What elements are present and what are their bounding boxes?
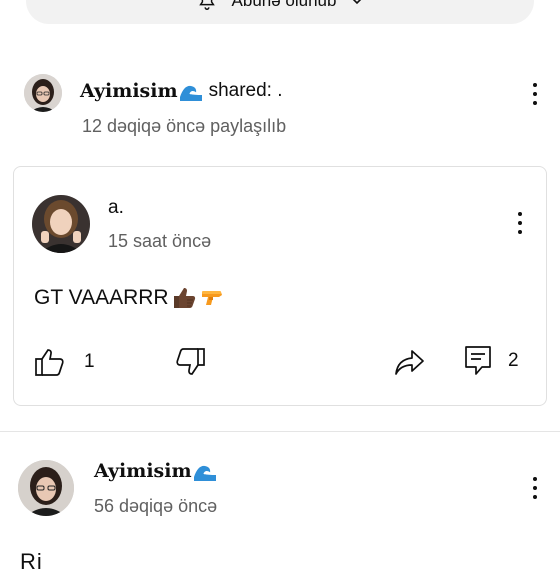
- post2-timestamp: 56 dəqiqə öncə: [94, 496, 218, 516]
- post-timestamp: 12 dəqiqə öncə paylaşılıb: [82, 116, 287, 136]
- author-name[interactable]: Ayimisim: [94, 460, 192, 482]
- avatar[interactable]: [18, 460, 74, 516]
- comments-action: 2: [464, 345, 519, 377]
- more-vert-icon: [518, 212, 522, 234]
- avatar[interactable]: [24, 74, 62, 112]
- share-icon: [395, 350, 424, 375]
- more-vert-icon: [533, 477, 537, 499]
- comment-count: 2: [508, 350, 519, 371]
- thumbs-up-emoji-icon: [173, 288, 195, 308]
- wave-icon: [179, 85, 202, 101]
- bell-icon: [198, 0, 215, 10]
- more-options-button[interactable]: [523, 474, 547, 502]
- card-text: GT VAAARRR: [34, 285, 225, 311]
- shared-post-card[interactable]: a. 15 saat öncə GT VAAARRR 1 2: [13, 166, 547, 406]
- post-header: Ayimisim shared: .: [80, 80, 283, 102]
- like-icon[interactable]: [34, 347, 66, 377]
- more-vert-icon: [533, 83, 537, 105]
- author-name[interactable]: Ayimisim: [80, 80, 178, 102]
- divider: [0, 431, 560, 432]
- avatar[interactable]: [32, 195, 90, 253]
- chevron-down-icon: [353, 0, 362, 5]
- wave-icon: [193, 465, 216, 481]
- comment-icon[interactable]: [464, 345, 492, 377]
- share-button[interactable]: [394, 347, 426, 377]
- like-action: 1: [34, 347, 95, 377]
- dislike-icon: [176, 348, 205, 375]
- post2-text: Ri: [20, 549, 43, 574]
- shared-label: shared: .: [208, 80, 283, 101]
- card-author-name[interactable]: a.: [108, 197, 124, 219]
- dislike-button[interactable]: [174, 347, 206, 377]
- water-pistol-emoji-icon: [201, 291, 222, 305]
- more-options-button[interactable]: [523, 80, 547, 108]
- like-count: 1: [84, 351, 95, 372]
- subscribed-button[interactable]: Abunə olunub: [26, 0, 534, 24]
- post2-header: Ayimisim: [94, 460, 217, 482]
- subscribed-label: Abunə olunub: [231, 0, 337, 10]
- card-timestamp: 15 saat öncə: [108, 231, 212, 251]
- card-text-content: GT VAAARRR: [34, 286, 169, 309]
- card-more-options-button[interactable]: [508, 209, 532, 237]
